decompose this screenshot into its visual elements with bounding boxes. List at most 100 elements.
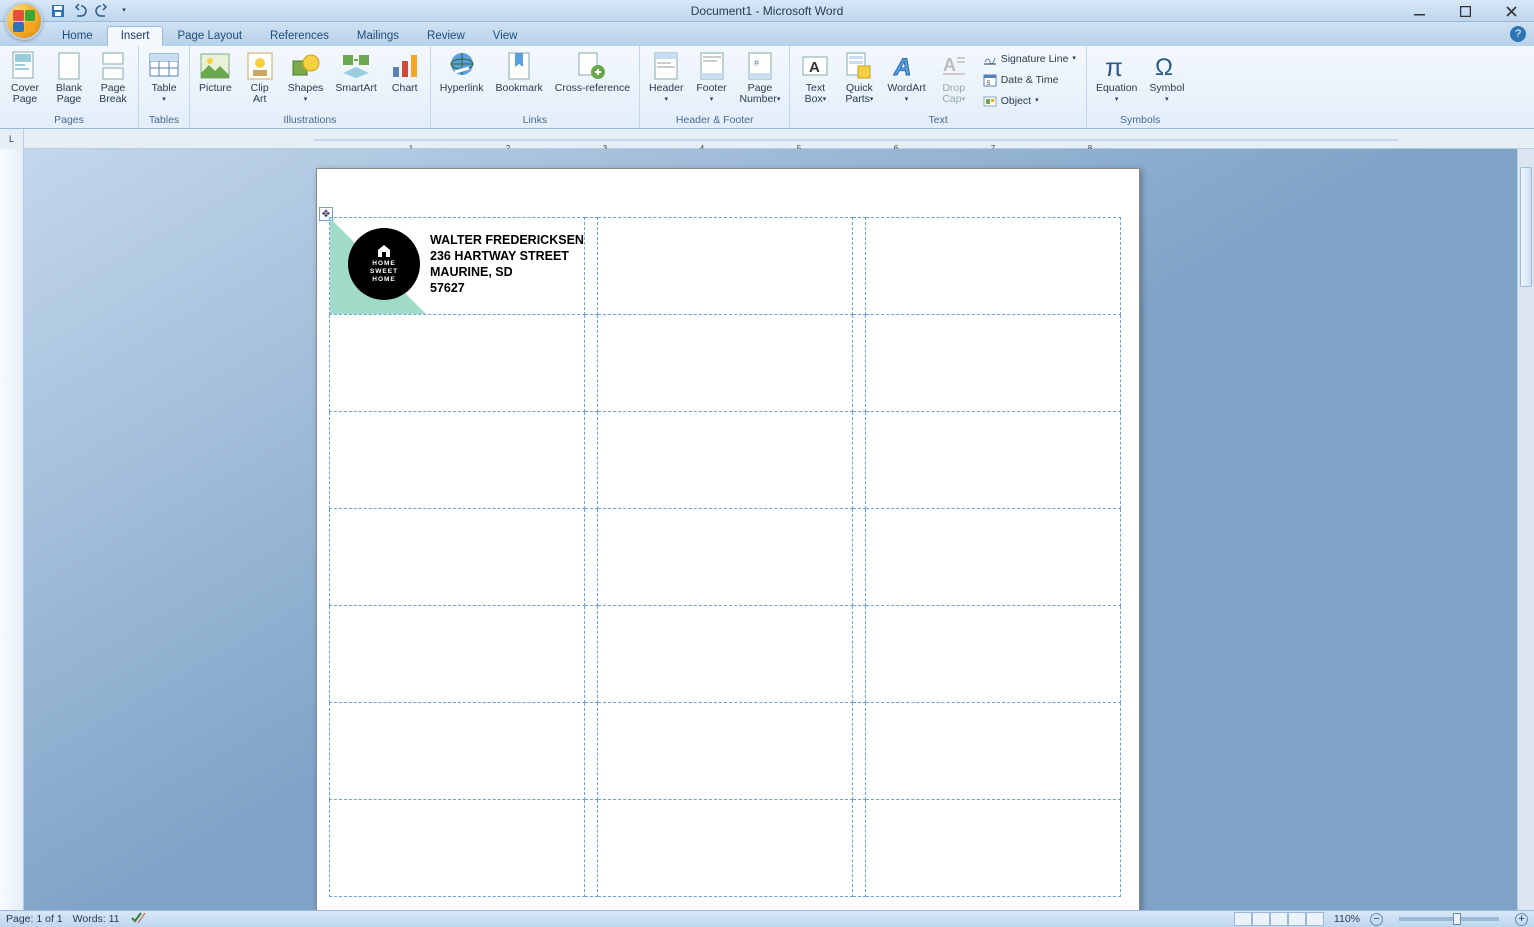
tab-mailings[interactable]: Mailings — [343, 26, 413, 46]
label-cell[interactable] — [330, 800, 585, 897]
label-cell[interactable] — [598, 703, 853, 800]
shapes-button[interactable]: Shapes▾ — [283, 48, 329, 108]
save-icon[interactable] — [50, 3, 66, 19]
svg-text:Ω: Ω — [1155, 54, 1173, 80]
label-cell[interactable] — [598, 606, 853, 703]
logo-circle: HOMESWEETHOME — [348, 228, 420, 300]
status-words[interactable]: Words: 11 — [73, 913, 120, 925]
qat-dropdown-icon[interactable]: ▾ — [116, 2, 132, 18]
minimize-button[interactable] — [1396, 0, 1442, 22]
tab-review[interactable]: Review — [413, 26, 479, 46]
close-button[interactable] — [1488, 0, 1534, 22]
label-gap — [853, 218, 866, 315]
full-screen-view[interactable] — [1252, 912, 1270, 926]
svg-text:#: # — [754, 58, 759, 68]
group-text: AText Box▾ Quick Parts▾ AWordArt▾ ADrop … — [790, 46, 1087, 128]
tab-home[interactable]: Home — [48, 26, 107, 46]
address-block[interactable]: WALTER FREDERICKSEN 236 HARTWAY STREET M… — [430, 232, 584, 296]
label-table[interactable]: HOMESWEETHOME WALTER FREDERICKSEN 236 HA… — [329, 217, 1121, 897]
undo-icon[interactable] — [72, 3, 88, 19]
table-button[interactable]: Table▾ — [143, 48, 185, 108]
tab-view[interactable]: View — [479, 26, 532, 46]
tab-insert[interactable]: Insert — [107, 26, 164, 46]
label-cell[interactable] — [598, 509, 853, 606]
label-cell[interactable] — [866, 703, 1121, 800]
zoom-slider[interactable] — [1399, 917, 1499, 921]
redo-icon[interactable] — [94, 3, 110, 19]
wordart-button[interactable]: AWordArt▾ — [882, 48, 930, 108]
ruler-horizontal[interactable]: L 12345678 — [0, 129, 1534, 149]
object-button[interactable]: Object ▾ — [980, 91, 1079, 111]
zoom-in-button[interactable]: + — [1515, 913, 1528, 926]
window-title: Document1 - Microsoft Word — [691, 4, 844, 18]
picture-button[interactable]: Picture — [194, 48, 237, 96]
label-cell[interactable] — [330, 315, 585, 412]
footer-button[interactable]: Footer▾ — [691, 48, 733, 108]
zoom-level[interactable]: 110% — [1334, 913, 1360, 925]
ruler-vertical[interactable] — [0, 149, 24, 910]
label-cell[interactable] — [598, 800, 853, 897]
label-cell[interactable] — [866, 800, 1121, 897]
zoom-out-button[interactable]: − — [1370, 913, 1383, 926]
svg-text:A: A — [809, 59, 820, 76]
document-area: ✥ HOMESWEETHOME WALTER FREDERICKSEN — [0, 149, 1534, 910]
office-button[interactable] — [5, 2, 43, 40]
page-number-button[interactable]: #Page Number▾ — [735, 48, 786, 108]
scrollbar-thumb[interactable] — [1520, 167, 1532, 287]
tab-page-layout[interactable]: Page Layout — [163, 26, 256, 46]
label-cell[interactable] — [598, 412, 853, 509]
quick-parts-button[interactable]: Quick Parts▾ — [838, 48, 880, 108]
svg-text:A: A — [943, 55, 956, 75]
outline-view[interactable] — [1288, 912, 1306, 926]
proofing-icon[interactable] — [130, 912, 146, 927]
page[interactable]: ✥ HOMESWEETHOME WALTER FREDERICKSEN — [316, 168, 1140, 910]
label-cell[interactable] — [866, 412, 1121, 509]
label-cell[interactable] — [330, 509, 585, 606]
vertical-scrollbar[interactable] — [1517, 149, 1534, 910]
symbol-button[interactable]: ΩSymbol▾ — [1144, 48, 1189, 108]
bookmark-button[interactable]: Bookmark — [491, 48, 548, 96]
signature-line-button[interactable]: Signature Line ▾ — [980, 49, 1079, 69]
label-cell[interactable] — [866, 606, 1121, 703]
ribbon: Cover Page Blank Page Page Break Pages T… — [0, 46, 1534, 129]
label-cell[interactable] — [330, 606, 585, 703]
label-cell[interactable] — [330, 412, 585, 509]
help-icon[interactable]: ? — [1510, 26, 1526, 42]
tab-references[interactable]: References — [256, 26, 343, 46]
svg-text:π: π — [1105, 52, 1123, 80]
ruler-corner[interactable]: L — [0, 129, 24, 149]
web-layout-view[interactable] — [1270, 912, 1288, 926]
clip-art-button[interactable]: Clip Art — [239, 48, 281, 107]
group-links: Hyperlink Bookmark Cross-reference Links — [431, 46, 640, 128]
label-cell[interactable] — [330, 703, 585, 800]
house-icon — [377, 244, 391, 258]
chart-button[interactable]: Chart — [384, 48, 426, 96]
draft-view[interactable] — [1306, 912, 1324, 926]
status-page[interactable]: Page: 1 of 1 — [6, 913, 63, 925]
page-canvas[interactable]: ✥ HOMESWEETHOME WALTER FREDERICKSEN — [24, 149, 1534, 910]
label-cell[interactable] — [866, 509, 1121, 606]
title-bar: ▾ Document1 - Microsoft Word — [0, 0, 1534, 22]
label-cell[interactable]: HOMESWEETHOME WALTER FREDERICKSEN 236 HA… — [330, 218, 585, 315]
drop-cap-button[interactable]: ADrop Cap▾ — [933, 48, 975, 108]
cross-reference-button[interactable]: Cross-reference — [550, 48, 635, 96]
maximize-button[interactable] — [1442, 0, 1488, 22]
text-box-button[interactable]: AText Box▾ — [794, 48, 836, 108]
hyperlink-button[interactable]: Hyperlink — [435, 48, 489, 96]
ribbon-tabs: Home Insert Page Layout References Maili… — [0, 22, 1534, 46]
print-layout-view[interactable] — [1234, 912, 1252, 926]
equation-button[interactable]: πEquation▾ — [1091, 48, 1142, 108]
smartart-button[interactable]: SmartArt — [330, 48, 381, 96]
date-time-button[interactable]: 5Date & Time — [980, 70, 1079, 90]
header-button[interactable]: Header▾ — [644, 48, 688, 108]
blank-page-button[interactable]: Blank Page — [48, 48, 90, 107]
group-tables: Table▾ Tables — [139, 46, 190, 128]
page-break-button[interactable]: Page Break — [92, 48, 134, 107]
label-cell[interactable] — [598, 315, 853, 412]
label-gap — [585, 218, 598, 315]
label-cell[interactable] — [598, 218, 853, 315]
label-cell[interactable] — [866, 218, 1121, 315]
svg-text:A: A — [893, 54, 911, 79]
label-cell[interactable] — [866, 315, 1121, 412]
cover-page-button[interactable]: Cover Page — [4, 48, 46, 107]
